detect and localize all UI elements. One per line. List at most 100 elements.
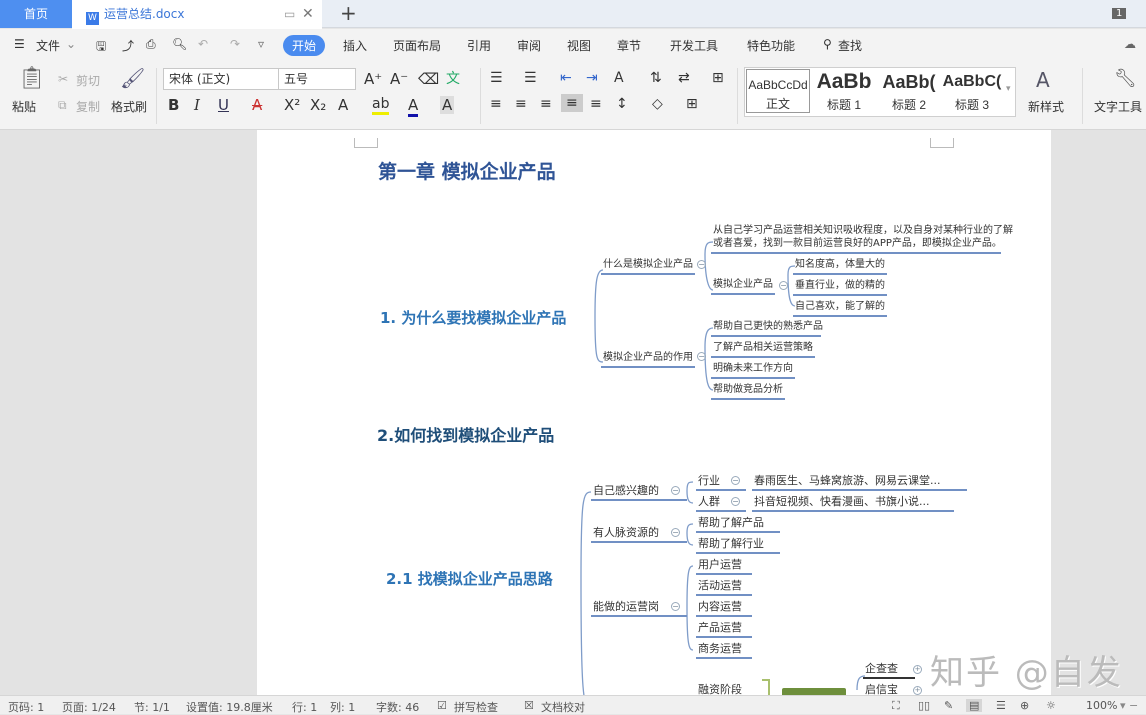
collapse-icon[interactable]: − xyxy=(731,476,740,485)
menu-tab-layout[interactable]: 页面布局 xyxy=(393,37,441,54)
outline-view-icon[interactable]: ☰ xyxy=(996,699,1006,712)
text-tools-button[interactable]: 文字工具 xyxy=(1094,98,1142,115)
text-direction-icon[interactable]: A xyxy=(614,70,624,86)
shading-icon[interactable]: ◇ xyxy=(652,96,663,112)
cut-button[interactable]: 剪切 xyxy=(76,72,100,89)
search-button[interactable]: 查找 xyxy=(838,37,862,54)
zoom-dropdown-icon[interactable]: ▾ − xyxy=(1120,699,1138,712)
status-word-count[interactable]: 字数: 46 xyxy=(376,699,419,715)
style-heading-2[interactable]: AaBb(标题 2 xyxy=(877,70,941,113)
pin-icon[interactable]: ▭ xyxy=(284,0,295,28)
hamburger-icon[interactable]: ☰ xyxy=(14,37,25,51)
new-tab-button[interactable]: + xyxy=(340,1,357,25)
pinyin-icon[interactable]: 文 xyxy=(446,68,460,88)
close-tab-icon[interactable]: ✕ xyxy=(302,0,314,28)
style-scroll-icon[interactable]: ▾ xyxy=(1006,84,1011,94)
export-icon[interactable]: ⤴ xyxy=(122,37,134,54)
superscript-icon[interactable]: X² xyxy=(284,96,300,114)
paste-button[interactable]: 粘贴 xyxy=(12,98,36,115)
print-icon[interactable]: ⎙ xyxy=(146,37,156,52)
style-heading-3[interactable]: AaBbC(标题 3 xyxy=(941,70,1003,113)
menu-tab-start[interactable]: 开始 xyxy=(283,35,326,56)
shrink-font-icon[interactable]: A⁻ xyxy=(390,70,408,88)
text-effect-icon[interactable]: A xyxy=(338,96,348,114)
menu-tab-features[interactable]: 特色功能 xyxy=(747,37,795,54)
search-icon[interactable]: ⚲ xyxy=(823,37,832,51)
menu-tab-review[interactable]: 审阅 xyxy=(517,37,541,54)
menu-file[interactable]: 文件 xyxy=(36,37,60,54)
distribute-icon[interactable]: ≡ xyxy=(590,96,602,112)
highlight-icon[interactable]: ab xyxy=(372,96,390,115)
tab-home[interactable]: 首页 xyxy=(0,0,72,28)
borders-icon[interactable]: ⊞ xyxy=(686,96,698,112)
spell-check-icon[interactable]: ☑ xyxy=(437,699,447,712)
window-count-badge[interactable]: 1 xyxy=(1112,8,1127,19)
document-canvas[interactable]: 第一章 模拟企业产品 1. 为什么要找模拟企业产品 什么是模拟企业产品 − 从自… xyxy=(0,130,1146,695)
underline-icon[interactable]: U xyxy=(218,96,229,114)
clear-format-icon[interactable]: ⌫ xyxy=(418,70,439,88)
grow-font-icon[interactable]: A⁺ xyxy=(364,70,382,88)
decrease-indent-icon[interactable]: ⇤ xyxy=(560,70,572,86)
font-size-select[interactable]: 五号 xyxy=(278,68,356,90)
collapse-icon[interactable]: − xyxy=(671,486,680,495)
chevron-down-icon[interactable]: ⌄ xyxy=(66,37,76,51)
save-icon[interactable]: 🖫 xyxy=(96,37,106,58)
web-view-icon[interactable]: ⊕ xyxy=(1020,699,1029,712)
new-style-button[interactable]: 新样式 xyxy=(1028,98,1064,115)
collapse-icon[interactable]: − xyxy=(697,260,706,269)
menu-tab-developer[interactable]: 开发工具 xyxy=(670,37,718,54)
redo-icon[interactable]: ↷ xyxy=(230,37,240,51)
strikethrough-icon[interactable]: A xyxy=(252,96,262,114)
paste-icon[interactable]: 📋︎ xyxy=(18,66,46,91)
align-left-icon[interactable]: ≡ xyxy=(490,96,502,112)
align-center-icon[interactable]: ≡ xyxy=(515,96,527,112)
copy-icon[interactable]: ⧉ xyxy=(58,98,67,113)
more-icon[interactable]: ▿ xyxy=(258,37,264,51)
proofread-button[interactable]: 文档校对 xyxy=(541,699,585,715)
style-normal[interactable]: AaBbCcDd 正文 xyxy=(746,69,810,113)
reading-mode-icon[interactable]: ▯▯ xyxy=(918,699,930,712)
justify-icon[interactable]: ≡ xyxy=(561,94,583,112)
menu-tab-view[interactable]: 视图 xyxy=(567,37,591,54)
collapse-icon[interactable]: − xyxy=(779,281,788,290)
bold-icon[interactable]: B xyxy=(168,96,179,114)
line-spacing-icon[interactable]: ↕ xyxy=(616,96,628,112)
menu-tab-chapter[interactable]: 章节 xyxy=(617,37,641,54)
numbering-icon[interactable]: ☰ xyxy=(524,70,537,86)
bullets-icon[interactable]: ☰ xyxy=(490,70,503,86)
status-pages[interactable]: 页面: 1/24 xyxy=(62,699,116,715)
proofread-icon[interactable]: ☒ xyxy=(524,699,534,712)
align-right-icon[interactable]: ≡ xyxy=(540,96,552,112)
font-color-icon[interactable]: A xyxy=(408,96,419,117)
collapse-icon[interactable]: − xyxy=(671,602,680,611)
wrench-icon[interactable]: 🔧︎ xyxy=(1114,68,1137,89)
cut-icon[interactable]: ✂ xyxy=(58,72,68,86)
sort-icon[interactable]: ⇅ xyxy=(650,70,662,86)
spell-check-button[interactable]: 拼写检查 xyxy=(454,699,498,715)
italic-icon[interactable]: I xyxy=(194,96,200,114)
eye-protection-icon[interactable]: ☼ xyxy=(1046,699,1056,712)
subscript-icon[interactable]: X₂ xyxy=(310,96,326,114)
style-heading-1[interactable]: AaBb 标题 1 xyxy=(811,70,877,113)
undo-icon[interactable]: ↶ xyxy=(198,37,208,51)
table-icon[interactable]: ⊞ xyxy=(712,70,724,86)
print-preview-icon[interactable]: 🔍︎ xyxy=(172,37,187,51)
document-page[interactable]: 第一章 模拟企业产品 1. 为什么要找模拟企业产品 什么是模拟企业产品 − 从自… xyxy=(257,130,1051,695)
collapse-icon[interactable]: − xyxy=(671,528,680,537)
char-shading-icon[interactable]: A xyxy=(440,96,455,114)
menu-tab-references[interactable]: 引用 xyxy=(467,37,491,54)
fullscreen-icon[interactable]: ⛶ xyxy=(892,699,900,713)
menu-tab-insert[interactable]: 插入 xyxy=(343,37,367,54)
expand-icon[interactable]: + xyxy=(913,665,922,674)
format-painter-button[interactable]: 格式刷 xyxy=(111,98,147,115)
cloud-icon[interactable]: ☁ xyxy=(1124,37,1136,51)
font-family-select[interactable]: 宋体 (正文) xyxy=(163,68,279,90)
zoom-level[interactable]: 100% xyxy=(1086,699,1117,712)
format-painter-icon[interactable]: 🖌︎ xyxy=(120,66,145,90)
increase-indent-icon[interactable]: ⇥ xyxy=(586,70,598,86)
collapse-icon[interactable]: − xyxy=(731,497,740,506)
line-wrap-icon[interactable]: ⇄ xyxy=(678,70,690,86)
new-style-icon[interactable]: A xyxy=(1036,68,1050,92)
pen-icon[interactable]: ✎ xyxy=(944,699,953,712)
copy-button[interactable]: 复制 xyxy=(76,98,100,115)
